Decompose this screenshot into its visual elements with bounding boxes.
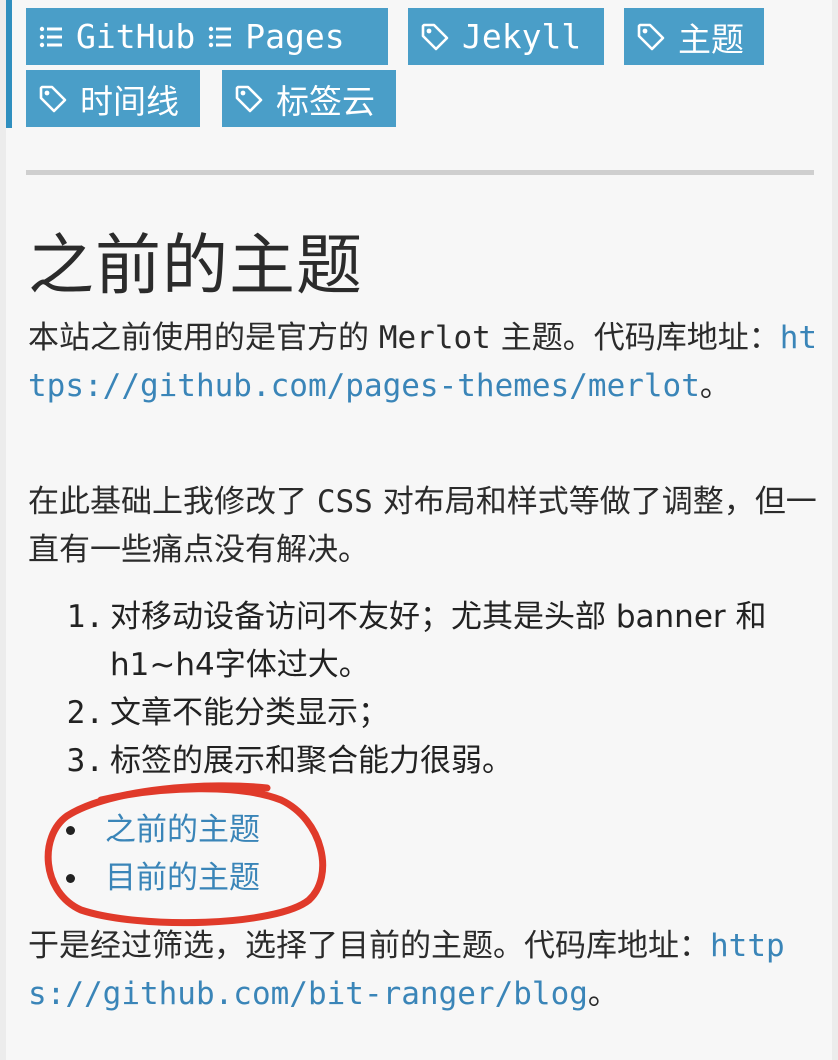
horizontal-divider [26, 170, 814, 175]
paragraph-text: 在此基础上我修改了 [28, 484, 317, 520]
list-icon [209, 26, 232, 47]
list-icon [39, 26, 62, 47]
tag-timeline[interactable]: 时间线 [26, 70, 200, 127]
tag-theme[interactable]: 主题 [624, 8, 764, 65]
tag-part-github[interactable]: GitHub [38, 17, 195, 56]
list-item: 3. 标签的展示和聚合能力很弱。 [28, 737, 818, 785]
paragraph-text: 。 [587, 976, 619, 1012]
paragraph-text: 于是经过筛选，选择了目前的主题。代码库地址： [28, 928, 710, 964]
list-item-text: 标签的展示和聚合能力很弱。 [110, 743, 513, 779]
tag-part-pages[interactable]: Pages [207, 17, 345, 56]
tag-label: 时间线 [80, 81, 179, 121]
inline-code: Merlot [378, 320, 491, 356]
tag-label: 主题 [678, 19, 744, 59]
left-accent-bar [6, 0, 12, 128]
list-number: 1. [66, 599, 104, 635]
inline-code: CSS [316, 484, 373, 520]
tag-tag-cloud[interactable]: 标签云 [222, 70, 396, 127]
list-item-text: 对移动设备访问不友好；尤其是头部 banner 和 h1~h4字体过大。 [110, 599, 767, 683]
list-number: 2. [66, 695, 104, 731]
paragraph-text: 主题。代码库地址： [490, 320, 780, 356]
list-item-text: 文章不能分类显示； [110, 695, 389, 731]
tag-icon [637, 23, 665, 50]
paragraph-modifications: 在此基础上我修改了 CSS 对布局和样式等做了调整，但一直有一些痛点没有解决。 [28, 478, 818, 574]
tag-icon [39, 85, 67, 112]
page: GitHub Pages Jekyll 主题 时间线 标签云 之前的主题 本站之… [6, 0, 832, 1060]
paragraph-previous-theme: 本站之前使用的是官方的 Merlot 主题。代码库地址：https://gith… [28, 314, 818, 410]
page-title: 之前的主题 [28, 227, 363, 304]
paragraph-text: 。 [699, 368, 731, 404]
tag-icon [235, 85, 263, 112]
list-item: 1. 对移动设备访问不友好；尤其是头部 banner 和 h1~h4字体过大。 [28, 593, 818, 689]
tag-icon [421, 23, 449, 50]
tag-label: GitHub [76, 17, 196, 56]
tag-label: Jekyll [462, 17, 582, 56]
tag-jekyll[interactable]: Jekyll [408, 8, 604, 65]
tag-label: 标签云 [276, 81, 375, 121]
paragraph-text: 本站之前使用的是官方的 [28, 320, 379, 356]
tag-label: Pages [245, 17, 345, 56]
pain-points-list: 1. 对移动设备访问不友好；尤其是头部 banner 和 h1~h4字体过大。 … [28, 593, 818, 785]
list-item: 2. 文章不能分类显示； [28, 689, 818, 737]
tag-github-pages[interactable]: GitHub Pages [26, 8, 388, 65]
list-number: 3. [66, 743, 104, 779]
paragraph-current-theme: 于是经过筛选，选择了目前的主题。代码库地址：https://github.com… [28, 922, 818, 1018]
red-circle-annotation [44, 782, 327, 927]
